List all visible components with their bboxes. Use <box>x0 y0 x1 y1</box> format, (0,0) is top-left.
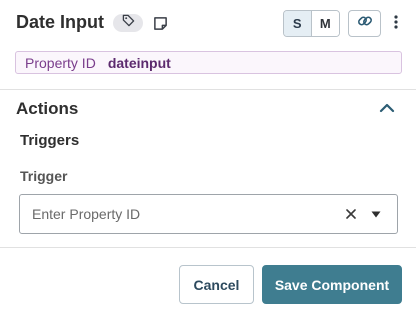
tag-button[interactable] <box>113 14 143 32</box>
property-id-field[interactable]: Property ID dateinput <box>15 51 402 74</box>
chevron-up-icon <box>379 100 395 118</box>
note-icon[interactable] <box>151 14 169 32</box>
caret-down-icon[interactable] <box>370 209 382 219</box>
link-icon <box>357 13 373 34</box>
component-title: Date Input <box>16 12 104 32</box>
trigger-field-label: Trigger <box>20 168 68 184</box>
size-s-button[interactable]: S <box>284 11 312 36</box>
property-id-label: Property ID <box>25 54 96 71</box>
tag-icon <box>122 14 135 32</box>
more-vertical-icon <box>394 14 398 34</box>
cancel-button[interactable]: Cancel <box>179 265 254 304</box>
more-options-button[interactable] <box>388 12 404 36</box>
collapse-actions-button[interactable] <box>377 100 397 118</box>
component-header: Date Input S M <box>0 0 416 48</box>
section-divider <box>0 89 416 90</box>
triggers-heading: Triggers <box>20 132 80 149</box>
property-id-value: dateinput <box>107 54 171 71</box>
trigger-select[interactable]: Enter Property ID <box>19 194 398 234</box>
size-m-button[interactable]: M <box>311 11 339 36</box>
save-component-button[interactable]: Save Component <box>262 265 402 304</box>
close-icon[interactable] <box>344 207 358 221</box>
trigger-input[interactable]: Enter Property ID <box>32 206 140 222</box>
link-button[interactable] <box>348 10 381 37</box>
footer-divider <box>0 247 416 248</box>
actions-section-title: Actions <box>16 99 79 118</box>
size-toggle-group: S M <box>283 10 340 37</box>
